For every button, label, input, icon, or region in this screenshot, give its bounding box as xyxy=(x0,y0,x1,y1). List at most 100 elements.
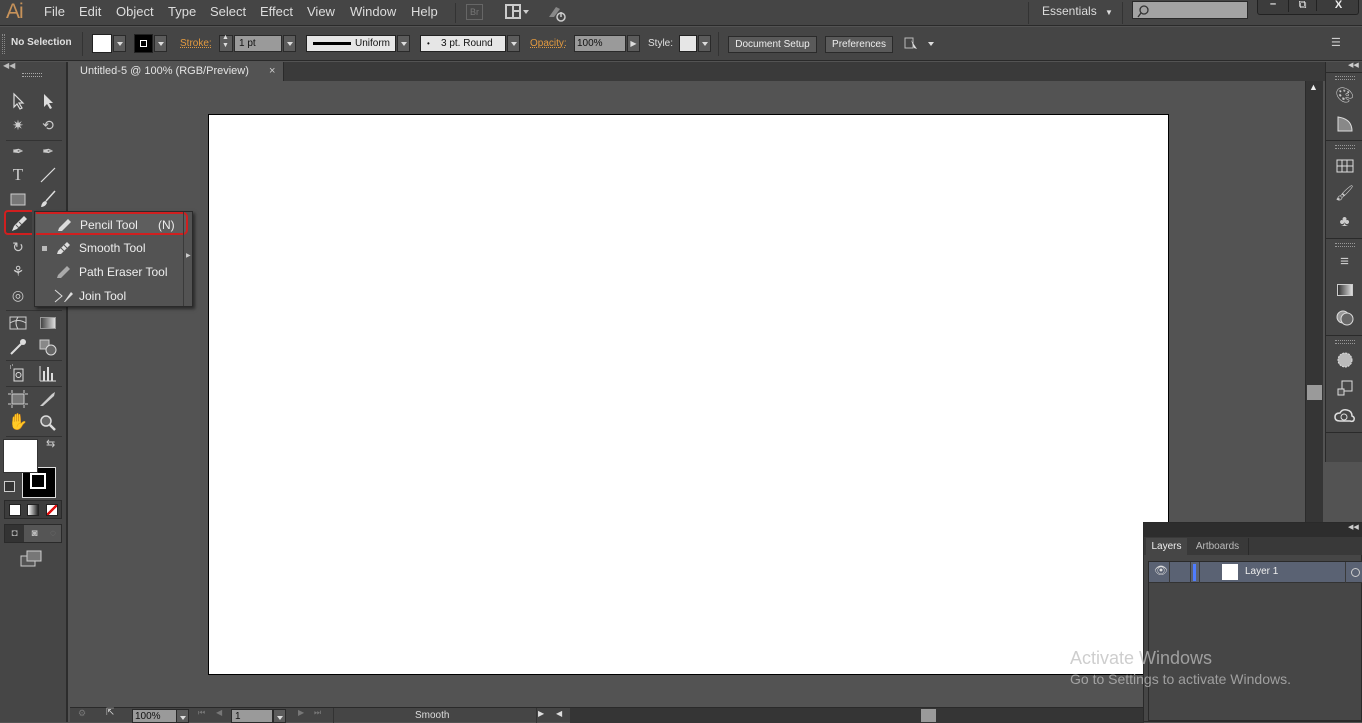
stroke-weight-stepper[interactable]: ▲ ▼ xyxy=(219,34,233,52)
selection-tool[interactable] xyxy=(7,90,29,112)
previous-artboard-icon[interactable]: ◀ xyxy=(216,708,222,717)
gpu-status-icon[interactable]: ⚙ xyxy=(78,708,86,719)
stroke-color-swatch[interactable] xyxy=(134,34,153,53)
line-segment-tool[interactable] xyxy=(37,164,59,186)
gradient-tool[interactable] xyxy=(37,312,59,334)
layer-row[interactable]: 👁︎ Layer 1 xyxy=(1149,562,1362,583)
menu-effect[interactable]: Effect xyxy=(260,3,293,21)
hand-tool[interactable]: ✋ xyxy=(7,412,29,434)
close-window-button[interactable]: X xyxy=(1316,0,1360,11)
opacity-input[interactable]: 100% xyxy=(574,35,626,52)
magic-wand-tool[interactable]: ✷ xyxy=(7,114,29,136)
preferences-button[interactable]: Preferences xyxy=(825,36,893,53)
document-tab[interactable]: Untitled-5 @ 100% (RGB/Preview) × xyxy=(70,62,284,81)
stroke-dropdown[interactable] xyxy=(154,35,167,52)
dock-grip[interactable] xyxy=(1335,76,1355,80)
brushes-panel-button[interactable]: 🖌︎ xyxy=(1326,180,1362,208)
menu-file[interactable]: File xyxy=(44,3,65,21)
graphic-style-swatch[interactable] xyxy=(679,35,697,52)
dock-grip[interactable] xyxy=(1335,340,1355,344)
status-menu-arrow-icon[interactable]: ▶ xyxy=(538,709,544,718)
control-bar-menu-button[interactable]: ☰ xyxy=(1331,36,1349,50)
color-mode-button[interactable] xyxy=(9,504,21,516)
pencil-tool-group[interactable] xyxy=(4,210,32,235)
dock-grip[interactable] xyxy=(1335,145,1355,149)
close-tab-button[interactable]: × xyxy=(269,62,275,80)
zoom-level-input[interactable]: 100% xyxy=(132,709,177,723)
menu-view[interactable]: View xyxy=(307,3,335,21)
flyout-item-path-eraser-tool[interactable]: Path Eraser Tool xyxy=(35,260,185,284)
stroke-label[interactable]: Stroke: xyxy=(180,37,212,51)
brush-dropdown[interactable] xyxy=(507,35,520,52)
swatches-panel-button[interactable] xyxy=(1326,152,1362,180)
arrange-options-button[interactable] xyxy=(903,35,937,53)
collapse-panel-icon[interactable]: ◀◀ xyxy=(1348,523,1359,531)
graphic-styles-panel-button[interactable] xyxy=(1326,374,1362,402)
gpu-performance-button[interactable] xyxy=(546,3,570,23)
tab-artboards[interactable]: Artboards xyxy=(1187,538,1249,555)
none-mode-button[interactable] xyxy=(46,504,58,516)
mesh-tool[interactable] xyxy=(7,312,29,334)
curvature-tool[interactable]: ✒ xyxy=(37,140,59,162)
document-setup-button[interactable]: Document Setup xyxy=(728,36,817,53)
share-icon[interactable]: ⇱ xyxy=(106,707,114,718)
minimize-button[interactable]: – xyxy=(1258,0,1288,10)
collapse-dock-icon[interactable]: ◀◀ xyxy=(1348,61,1359,69)
zoom-tool[interactable] xyxy=(37,412,59,434)
direct-selection-tool[interactable] xyxy=(37,90,59,112)
column-graph-tool[interactable] xyxy=(37,362,59,384)
scroll-up-arrow-icon[interactable]: ▲ xyxy=(1309,82,1318,92)
draw-normal-button[interactable]: ◘ xyxy=(5,525,24,542)
menu-type[interactable]: Type xyxy=(168,3,196,21)
fill-dropdown[interactable] xyxy=(113,35,126,52)
panel-grip[interactable] xyxy=(22,73,42,77)
profile-dropdown[interactable] xyxy=(397,35,410,52)
horizontal-scrollbar-thumb[interactable] xyxy=(921,709,936,722)
artboard-dropdown[interactable] xyxy=(273,709,286,723)
change-screen-mode-button[interactable] xyxy=(20,550,44,568)
artboard[interactable] xyxy=(208,114,1169,675)
panel-header[interactable]: ◀◀ xyxy=(1144,523,1362,537)
rotate-tool[interactable]: ↻ xyxy=(7,236,29,258)
fill-color-swatch[interactable] xyxy=(92,34,112,53)
rectangle-tool[interactable] xyxy=(7,188,29,210)
lasso-tool[interactable]: ⟲ xyxy=(37,114,59,136)
opacity-slider-button[interactable]: ▶ xyxy=(627,35,640,52)
draw-inside-button[interactable]: ◌ xyxy=(44,525,62,542)
appearance-panel-button[interactable] xyxy=(1326,346,1362,374)
brush-definition-select[interactable]: • 3 pt. Round xyxy=(420,35,506,52)
last-artboard-icon[interactable]: ⏭ xyxy=(314,708,321,718)
visibility-eye-icon[interactable]: 👁︎ xyxy=(1154,564,1168,577)
search-field[interactable] xyxy=(1132,1,1248,19)
search-input[interactable] xyxy=(1151,3,1245,17)
menu-help[interactable]: Help xyxy=(411,3,438,21)
color-guide-panel-button[interactable] xyxy=(1326,110,1362,138)
artboard-number-input[interactable]: 1 xyxy=(231,709,273,723)
default-fill-stroke-icon[interactable] xyxy=(4,481,15,492)
paintbrush-tool[interactable] xyxy=(37,188,59,210)
blend-tool[interactable] xyxy=(37,336,59,358)
layer-name[interactable]: Layer 1 xyxy=(1245,566,1278,577)
color-panel-button[interactable]: 🎨︎ xyxy=(1326,82,1362,110)
tearoff-arrow-icon[interactable]: ▶ xyxy=(186,252,191,259)
control-bar-grip[interactable] xyxy=(2,34,5,54)
stroke-weight-dropdown[interactable] xyxy=(283,35,296,52)
gradient-panel-button[interactable] xyxy=(1326,276,1362,304)
dock-grip[interactable] xyxy=(1335,243,1355,247)
menu-select[interactable]: Select xyxy=(210,3,246,21)
variable-width-profile-select[interactable]: Uniform xyxy=(306,35,396,52)
restore-button[interactable]: ⧉ xyxy=(1288,0,1316,12)
libraries-panel-button[interactable] xyxy=(1326,402,1362,430)
menu-edit[interactable]: Edit xyxy=(79,3,101,21)
bridge-button[interactable]: Br xyxy=(466,4,483,20)
graphic-style-dropdown[interactable] xyxy=(698,35,711,52)
symbol-sprayer-tool[interactable] xyxy=(7,362,29,384)
transparency-panel-button[interactable] xyxy=(1326,304,1362,332)
scrollbar-thumb[interactable] xyxy=(1307,385,1322,400)
stroke-panel-button[interactable]: ≡ xyxy=(1326,248,1362,276)
pen-tool[interactable]: ✒ xyxy=(7,140,29,162)
shape-builder-tool[interactable]: ◎ xyxy=(7,284,29,306)
menu-window[interactable]: Window xyxy=(350,3,396,21)
puppet-warp-tool[interactable]: ⚘ xyxy=(7,260,29,282)
opacity-label[interactable]: Opacity: xyxy=(530,37,567,51)
